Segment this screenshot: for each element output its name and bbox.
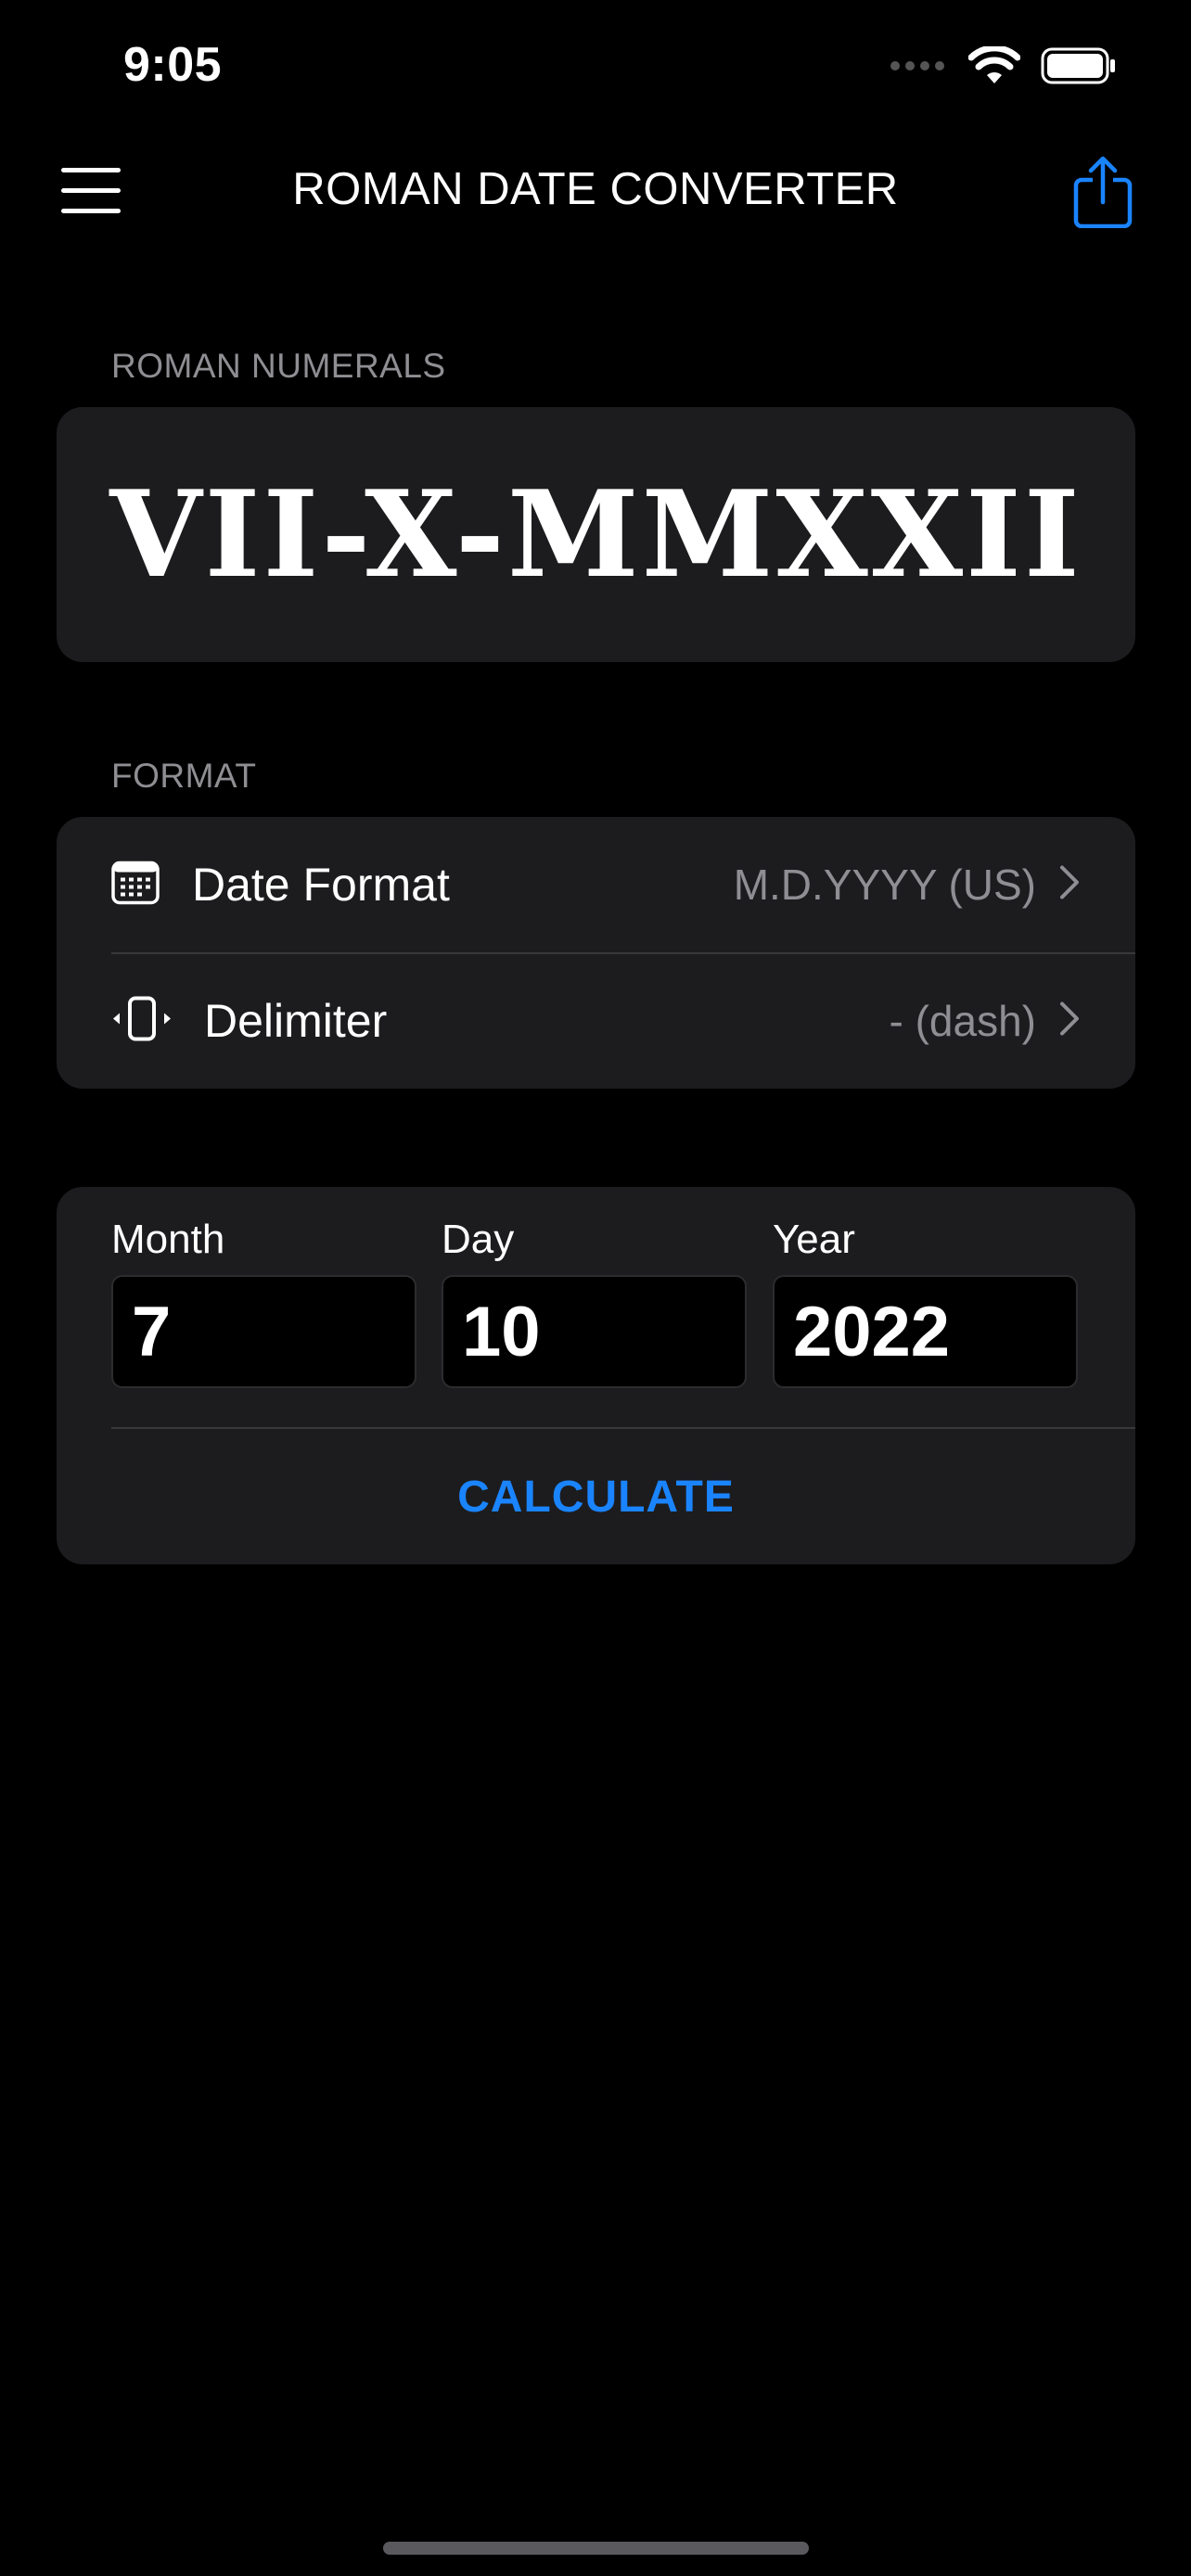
delimiter-value: - (dash) (889, 997, 1036, 1045)
status-time: 9:05 (123, 38, 223, 92)
format-section-label: FORMAT (111, 757, 257, 795)
delimiter-label: Delimiter (204, 995, 388, 1047)
wifi-icon (967, 45, 1021, 90)
share-button[interactable] (1072, 156, 1133, 229)
page-title: ROMAN DATE CONVERTER (292, 164, 899, 214)
day-input[interactable] (442, 1275, 747, 1388)
calendar-icon (111, 861, 160, 910)
home-indicator[interactable] (383, 2542, 809, 2555)
chevron-right-icon (1058, 1001, 1081, 1042)
year-label: Year (773, 1217, 855, 1262)
delimiter-row[interactable]: Delimiter - (dash) (57, 953, 1135, 1089)
roman-numeral-result: VII-X-MMXXII (109, 465, 1082, 605)
format-card: Date Format M.D.YYYY (US) Delimiter - (d… (57, 817, 1135, 1089)
date-input-card: Month Day Year CALCULATE (57, 1187, 1135, 1564)
day-label: Day (442, 1217, 515, 1262)
roman-numeral-card: VII-X-MMXXII (57, 407, 1135, 662)
date-format-row[interactable]: Date Format M.D.YYYY (US) (57, 817, 1135, 952)
chevron-right-icon (1058, 864, 1081, 906)
status-icons (890, 45, 1117, 90)
roman-numerals-section-label: ROMAN NUMERALS (111, 347, 446, 385)
share-icon (1072, 156, 1133, 232)
date-format-value: M.D.YYYY (US) (733, 861, 1036, 909)
month-label: Month (111, 1217, 225, 1262)
battery-icon (1041, 47, 1117, 89)
month-input[interactable] (111, 1275, 416, 1388)
delimiter-icon (111, 996, 173, 1047)
year-input[interactable] (773, 1275, 1078, 1388)
row-divider (111, 1427, 1135, 1429)
date-format-label: Date Format (192, 859, 450, 911)
calculate-button[interactable]: CALCULATE (57, 1430, 1135, 1564)
cellular-signal-icon (890, 59, 948, 77)
